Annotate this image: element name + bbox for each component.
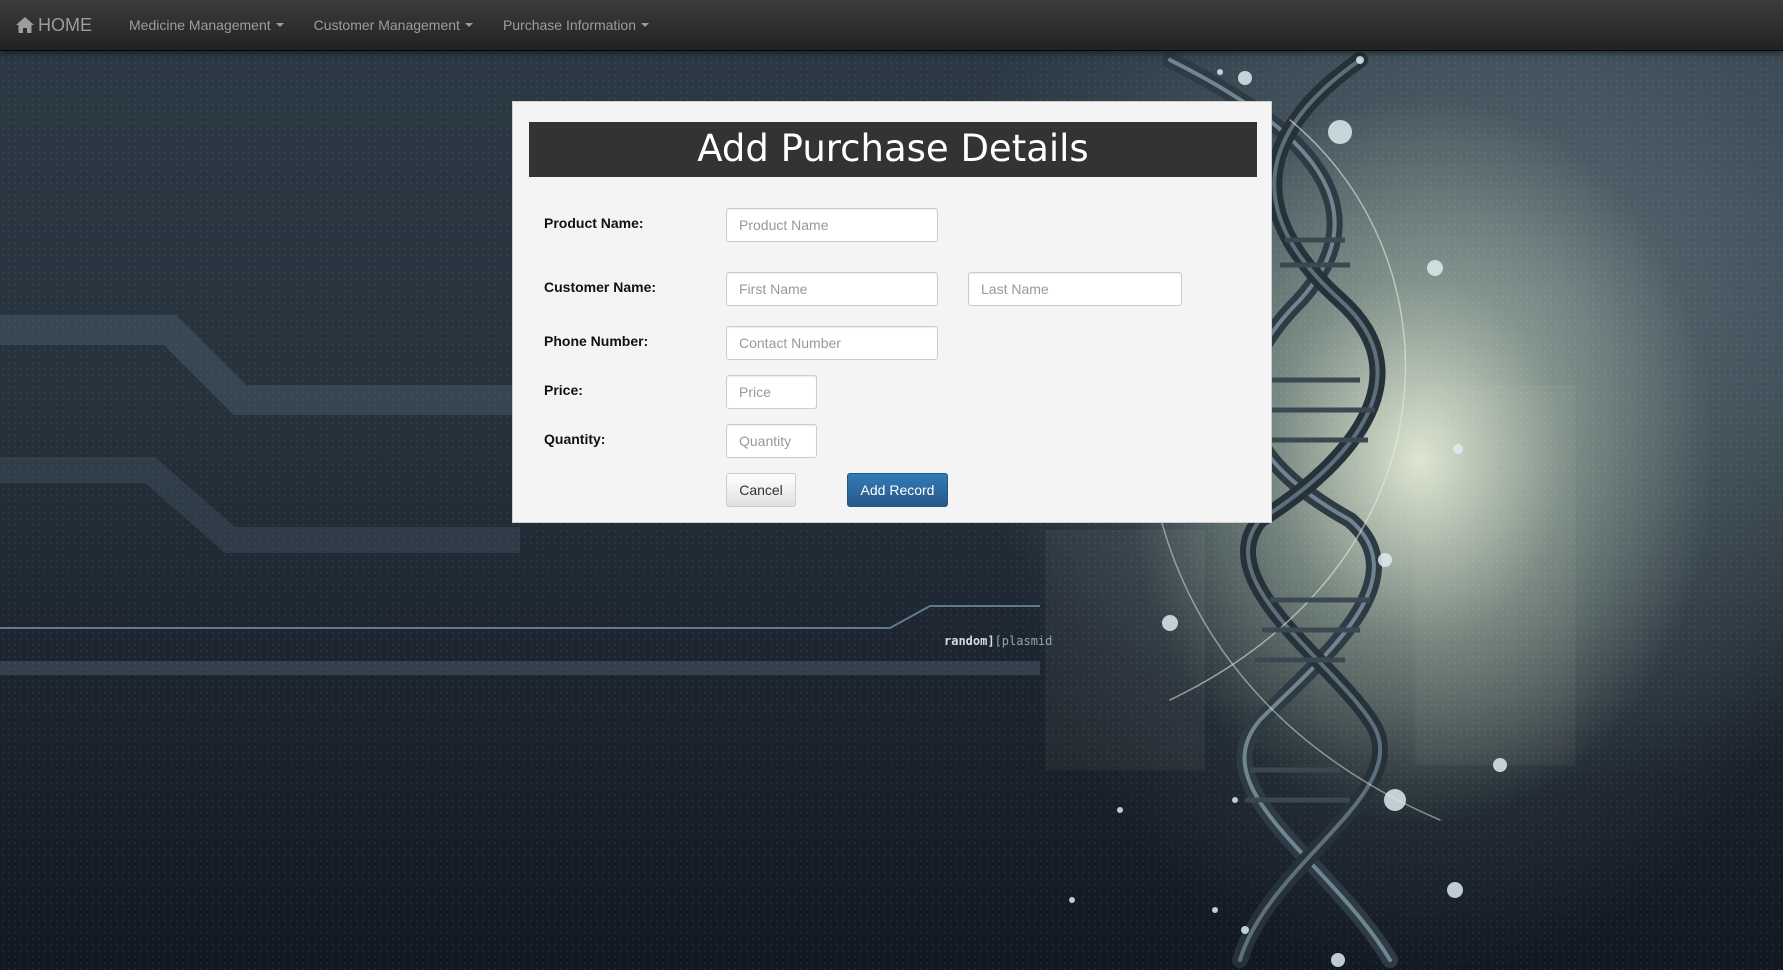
product-name-input[interactable] xyxy=(726,208,938,242)
chevron-down-icon xyxy=(275,23,284,27)
nav-medicine-management-label: Medicine Management xyxy=(129,17,271,33)
watermark-text: random][plasmid xyxy=(944,634,1053,648)
quantity-input[interactable] xyxy=(726,424,817,458)
home-label: HOME xyxy=(38,14,92,35)
top-navbar: HOME Medicine Management Customer Manage… xyxy=(0,0,1783,51)
phone-number-label: Phone Number: xyxy=(544,333,649,349)
phone-number-input[interactable] xyxy=(726,326,938,360)
customer-name-label: Customer Name: xyxy=(544,279,657,295)
nav-customer-management-label: Customer Management xyxy=(313,17,460,33)
nav-purchase-information[interactable]: Purchase Information xyxy=(488,17,664,33)
nav-purchase-information-label: Purchase Information xyxy=(502,17,637,33)
add-purchase-form: Add Purchase Details Product Name: Custo… xyxy=(512,101,1272,523)
nav-customer-management[interactable]: Customer Management xyxy=(299,17,488,33)
product-name-label: Product Name: xyxy=(544,215,644,231)
nav-medicine-management[interactable]: Medicine Management xyxy=(114,17,299,33)
quantity-label: Quantity: xyxy=(544,431,606,447)
home-icon xyxy=(16,17,34,33)
last-name-input[interactable] xyxy=(968,272,1182,306)
chevron-down-icon xyxy=(464,23,473,27)
price-input[interactable] xyxy=(726,375,817,409)
first-name-input[interactable] xyxy=(726,272,938,306)
price-label: Price: xyxy=(544,382,583,398)
page-title: Add Purchase Details xyxy=(529,122,1257,177)
cancel-button[interactable]: Cancel xyxy=(726,473,796,507)
chevron-down-icon xyxy=(641,23,650,27)
home-link[interactable]: HOME xyxy=(15,15,92,36)
add-record-button[interactable]: Add Record xyxy=(847,473,948,507)
